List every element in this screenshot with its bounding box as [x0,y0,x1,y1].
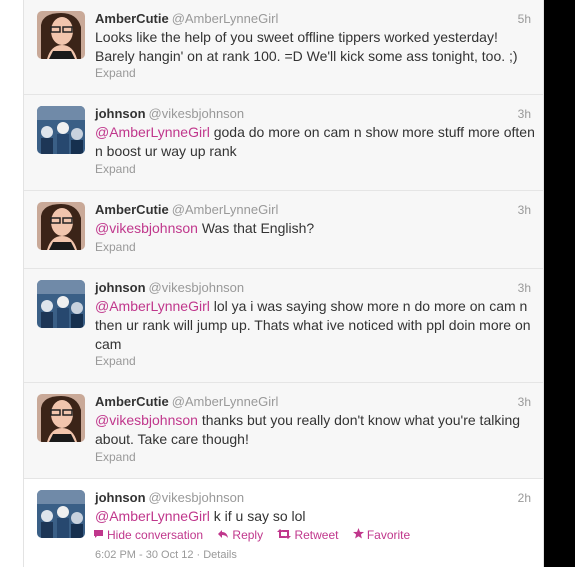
tweet-header: AmberCutie @AmberLynneGirl 3h [95,202,531,218]
retweet-button[interactable]: Retweet [277,527,338,543]
tweet-timestamp-details[interactable]: 6:02 PM - 30 Oct 12 · Details [95,549,237,561]
tweet-text: Looks like the help of you sweet offline… [95,28,535,66]
author-handle[interactable]: @AmberLynneGirl [172,394,279,409]
expand-link[interactable]: Expand [95,450,136,464]
expand-link[interactable]: Expand [95,354,136,368]
tweet-header: AmberCutie @AmberLynneGirl 5h [95,11,531,27]
speech-bubble-icon [93,527,104,543]
tweet-text: @vikesbjohnson Was that English? [95,219,535,238]
avatar-ambercutie[interactable] [37,11,85,59]
author-name[interactable]: AmberCutie [95,394,169,409]
expand-link[interactable]: Expand [95,240,136,254]
mention-link[interactable]: @vikesbjohnson [95,220,198,236]
tweet-time[interactable]: 3h [518,394,531,410]
tweet[interactable]: AmberCutie @AmberLynneGirl 5h Looks like … [24,0,543,95]
tweet-header: johnson @vikesbjohnson 3h [95,280,531,296]
tweet-time[interactable]: 5h [518,11,531,27]
avatar-johnson[interactable] [37,490,85,538]
page: AmberCutie @AmberLynneGirl 5h Looks like … [0,0,575,567]
favorite-label: Favorite [366,528,411,542]
avatar-johnson[interactable] [37,280,85,328]
author-name[interactable]: AmberCutie [95,202,169,217]
tweet-header: johnson @vikesbjohnson 3h [95,106,531,122]
author-handle[interactable]: @AmberLynneGirl [172,11,279,26]
tweet-text: @vikesbjohnson thanks but you really don… [95,411,535,449]
left-gutter [0,0,23,567]
tweet-body: Looks like the help of you sweet offline… [95,29,518,64]
hide-conversation-link[interactable]: Hide conversation [93,527,203,543]
mention-link[interactable]: @AmberLynneGirl [95,124,210,140]
tweet-time[interactable]: 3h [518,280,531,296]
tweet-time[interactable]: 3h [518,202,531,218]
author-name[interactable]: AmberCutie [95,11,169,26]
reply-arrow-icon [217,527,229,543]
conversation-panel: AmberCutie @AmberLynneGirl 5h Looks like … [23,0,544,567]
avatar-johnson[interactable] [37,106,85,154]
tweet-body: Was that English? [197,220,315,236]
tweet-text: @AmberLynneGirl lol ya i was saying show… [95,297,535,354]
tweet-body: k if u say so lol [209,508,306,524]
tweet-header: AmberCutie @AmberLynneGirl 3h [95,394,531,410]
expand-link[interactable]: Expand [95,162,136,176]
avatar-ambercutie[interactable] [37,394,85,442]
tweet-header: johnson @vikesbjohnson 2h [95,490,531,506]
author-handle[interactable]: @vikesbjohnson [149,280,245,295]
tweet-text: @AmberLynneGirl goda do more on cam n sh… [95,123,535,161]
author-name[interactable]: johnson [95,280,146,295]
author-handle[interactable]: @vikesbjohnson [149,490,245,505]
tweet-actions: Hide conversation Reply Retweet Favorite [93,527,421,543]
tweet-expanded[interactable]: johnson @vikesbjohnson 2h @AmberLynneGirl… [24,479,543,567]
reply-label: Reply [232,528,264,542]
tweet-text: @AmberLynneGirl k if u say so lol [95,507,535,526]
mention-link[interactable]: @AmberLynneGirl [95,298,210,314]
favorite-button[interactable]: Favorite [352,527,411,543]
author-handle[interactable]: @AmberLynneGirl [172,202,279,217]
expand-link[interactable]: Expand [95,66,136,80]
avatar-ambercutie[interactable] [37,202,85,250]
star-icon [352,527,364,543]
hide-conversation-label: Hide conversation [107,528,204,542]
retweet-label: Retweet [294,528,339,542]
mention-link[interactable]: @vikesbjohnson [95,412,198,428]
tweet[interactable]: johnson @vikesbjohnson 3h @AmberLynneGirl… [24,269,543,383]
retweet-icon [277,527,292,543]
reply-button[interactable]: Reply [217,527,263,543]
tweet[interactable]: AmberCutie @AmberLynneGirl 3h @vikesbjohn… [24,383,543,479]
tweet[interactable]: AmberCutie @AmberLynneGirl 3h @vikesbjohn… [24,191,543,269]
tweet-time[interactable]: 2h [518,490,531,506]
author-name[interactable]: johnson [95,106,146,121]
author-name[interactable]: johnson [95,490,146,505]
mention-link[interactable]: @AmberLynneGirl [95,508,210,524]
tweet[interactable]: johnson @vikesbjohnson 3h @AmberLynneGirl… [24,95,543,191]
author-handle[interactable]: @vikesbjohnson [149,106,245,121]
tweet-time[interactable]: 3h [518,106,531,122]
